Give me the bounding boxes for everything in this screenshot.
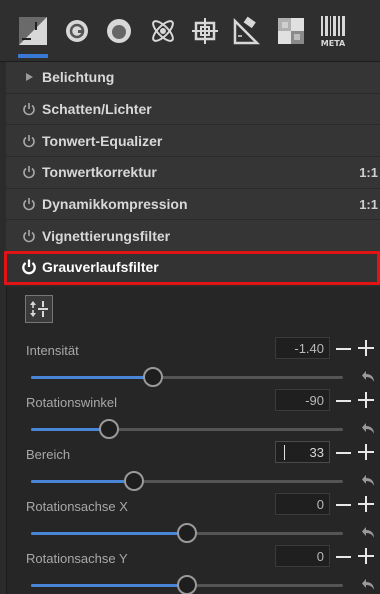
tool-label: Belichtung (42, 69, 115, 86)
local-tab-icon (278, 18, 304, 44)
detail-tab[interactable] (58, 10, 96, 52)
slider-thumb[interactable] (99, 419, 119, 439)
exposure-tab[interactable] (14, 10, 52, 58)
increment-button[interactable] (357, 339, 375, 357)
tool-label: Vignettierungsfilter (42, 227, 171, 244)
decrement-button[interactable] (334, 445, 352, 461)
param-rotation-angle: Rotationswinkel -90 (7, 389, 380, 445)
reset-icon[interactable] (362, 371, 376, 383)
graduated-filter-panel: Intensität -1.40 Rotationswinkel -90 Ber… (6, 287, 380, 594)
slider-fill (31, 584, 187, 587)
slider-fill (31, 428, 109, 431)
slider-fill (31, 480, 134, 483)
param-label: Intensität (26, 343, 79, 358)
increment-button[interactable] (357, 547, 375, 565)
tool-levels[interactable]: Tonwertkorrektur 1:1 (6, 157, 380, 189)
transform-tab-icon (192, 18, 218, 44)
slider-track[interactable] (31, 367, 343, 387)
tool-label: Tonwert-Equalizer (42, 132, 163, 149)
advanced-tab[interactable] (144, 10, 182, 52)
slider-thumb[interactable] (177, 575, 197, 594)
param-intensity: Intensität -1.40 (7, 337, 380, 393)
param-rotation-axis-x: Rotationsachse X 0 (7, 493, 380, 549)
tool-dynamic-range[interactable]: Dynamikkompression 1:1 (6, 188, 380, 221)
meta-label: META (321, 39, 346, 48)
param-value-input[interactable]: 0 (275, 545, 330, 567)
transform-tab[interactable] (186, 10, 224, 52)
reset-icon[interactable] (362, 475, 376, 487)
slider-thumb[interactable] (123, 471, 144, 491)
meta-tab-icon: META (321, 16, 346, 48)
power-icon[interactable] (16, 165, 42, 179)
param-label: Rotationsachse X (26, 499, 128, 514)
param-value-input[interactable]: 0 (275, 493, 330, 515)
raw-tab-icon (233, 16, 261, 45)
tool-label: Grauverlaufsfilter (42, 259, 159, 276)
power-icon[interactable] (16, 134, 42, 148)
triangle-right-icon[interactable] (16, 72, 42, 82)
slider-thumb[interactable] (142, 367, 163, 387)
decrement-button[interactable] (334, 341, 352, 357)
tool-label: Tonwertkorrektur (42, 164, 157, 181)
tool-label: Schatten/Lichter (42, 101, 152, 118)
reset-icon[interactable] (362, 423, 376, 435)
param-label: Rotationsachse Y (26, 551, 128, 566)
reset-icon[interactable] (362, 579, 376, 591)
gradient-edit-icon (30, 301, 48, 317)
increment-button[interactable] (357, 391, 375, 409)
tool-scale-badge: 1:1 (359, 196, 378, 212)
tool-scale-badge: 1:1 (359, 164, 378, 180)
tool-list: Belichtung Schatten/Lichter Tonwert-Equa… (6, 62, 380, 284)
slider-track[interactable] (31, 419, 343, 439)
tool-label: Dynamikkompression (42, 196, 188, 213)
meta-tab[interactable]: META (314, 10, 352, 52)
power-icon[interactable] (16, 229, 42, 243)
slider-track[interactable] (31, 575, 343, 594)
decrement-button[interactable] (334, 497, 352, 513)
power-icon[interactable] (16, 197, 42, 211)
decrement-button[interactable] (334, 393, 352, 409)
advanced-tab-icon (152, 20, 174, 42)
tool-exposure[interactable]: Belichtung (6, 62, 380, 94)
increment-button[interactable] (357, 443, 375, 461)
param-label: Bereich (26, 447, 71, 462)
edit-gradient-button[interactable] (25, 295, 53, 323)
slider-thumb[interactable] (177, 523, 197, 543)
slider-track[interactable] (31, 523, 343, 543)
raw-tab[interactable] (228, 10, 266, 52)
slider-track[interactable] (31, 471, 343, 491)
increment-button[interactable] (357, 495, 375, 513)
color-tab[interactable] (100, 10, 138, 52)
power-icon[interactable] (16, 102, 42, 116)
param-value-input[interactable]: 33 (275, 441, 330, 463)
toolbar: META (0, 0, 380, 62)
tool-graduated-filter[interactable]: Grauverlaufsfilter (6, 252, 380, 284)
param-range: Bereich 33 (7, 441, 380, 497)
power-icon[interactable] (16, 259, 42, 275)
decrement-button[interactable] (334, 549, 352, 565)
slider-fill (31, 376, 153, 379)
reset-icon[interactable] (362, 527, 376, 539)
param-label: Rotationswinkel (26, 395, 118, 410)
local-tab[interactable] (272, 10, 310, 52)
param-rotation-axis-y: Rotationsachse Y 0 (7, 545, 380, 594)
slider-fill (31, 532, 187, 535)
param-value-input[interactable]: -1.40 (275, 337, 330, 359)
tool-shadows-highlights[interactable]: Schatten/Lichter (6, 93, 380, 126)
exposure-tab-icon (19, 17, 47, 45)
detail-tab-icon (66, 20, 88, 42)
tool-vignette[interactable]: Vignettierungsfilter (6, 220, 380, 253)
color-tab-icon (107, 19, 131, 43)
param-value-input[interactable]: -90 (275, 389, 330, 411)
tool-tone-equalizer[interactable]: Tonwert-Equalizer (6, 125, 380, 158)
